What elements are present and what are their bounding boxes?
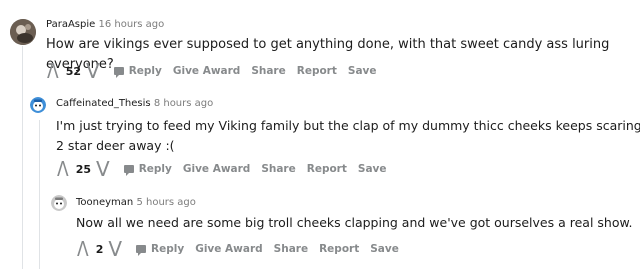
- reply-icon[interactable]: [136, 245, 147, 256]
- downvote-icon[interactable]: V: [108, 239, 122, 259]
- comment-actions: Λ 25 V Reply Give Award Share Report Sav…: [56, 158, 398, 180]
- username[interactable]: ParaAspie: [46, 19, 95, 30]
- comment-meta: ParaAspie 16 hours ago: [46, 19, 164, 30]
- give-award-button[interactable]: Give Award: [183, 163, 250, 175]
- upvote-icon[interactable]: Λ: [57, 159, 69, 179]
- share-button[interactable]: Share: [274, 243, 308, 255]
- reply-icon[interactable]: [113, 67, 124, 78]
- reply-button[interactable]: Reply: [139, 163, 172, 175]
- timestamp[interactable]: 16 hours ago: [98, 19, 164, 30]
- report-button[interactable]: Report: [297, 65, 337, 77]
- save-button[interactable]: Save: [370, 243, 399, 255]
- report-button[interactable]: Report: [307, 163, 347, 175]
- vote-score: 25: [75, 162, 91, 176]
- comment-meta: Caffeinated_Thesis 8 hours ago: [56, 98, 213, 109]
- share-button[interactable]: Share: [251, 65, 285, 77]
- reply-icon[interactable]: [123, 165, 134, 176]
- comment-body-line-1: I'm just trying to feed my Viking family…: [56, 118, 640, 133]
- downvote-icon[interactable]: V: [96, 159, 110, 179]
- reply-button[interactable]: Reply: [129, 65, 162, 77]
- downvote-icon[interactable]: V: [86, 61, 100, 81]
- username[interactable]: Tooneyman: [76, 197, 133, 208]
- comment-body: Now all we need are some big troll cheek…: [76, 215, 633, 230]
- upvote-icon[interactable]: Λ: [47, 61, 59, 81]
- share-button[interactable]: Share: [261, 163, 295, 175]
- save-button[interactable]: Save: [348, 65, 377, 77]
- timestamp[interactable]: 5 hours ago: [136, 197, 195, 208]
- upvote-icon[interactable]: Λ: [77, 239, 89, 259]
- comment-meta: Tooneyman 5 hours ago: [76, 197, 196, 208]
- save-button[interactable]: Save: [358, 163, 387, 175]
- give-award-button[interactable]: Give Award: [195, 243, 262, 255]
- avatar[interactable]: [10, 19, 36, 45]
- thread-line-level-2[interactable]: [39, 120, 40, 269]
- vote-score: 52: [65, 64, 81, 78]
- reply-button[interactable]: Reply: [151, 243, 184, 255]
- timestamp[interactable]: 8 hours ago: [154, 98, 213, 109]
- avatar[interactable]: [30, 97, 46, 113]
- comment-body-line-2: 2 star deer away :(: [56, 138, 175, 153]
- thread-line-level-1[interactable]: [22, 46, 23, 269]
- vote-score: 2: [95, 242, 104, 256]
- username[interactable]: Caffeinated_Thesis: [56, 98, 151, 109]
- report-button[interactable]: Report: [319, 243, 359, 255]
- comment-actions: Λ 2 V Reply Give Award Share Report Save: [76, 238, 410, 260]
- comment-actions: Λ 52 V Reply Give Award Share Report Sav…: [46, 60, 388, 82]
- avatar[interactable]: [51, 195, 67, 211]
- give-award-button[interactable]: Give Award: [173, 65, 240, 77]
